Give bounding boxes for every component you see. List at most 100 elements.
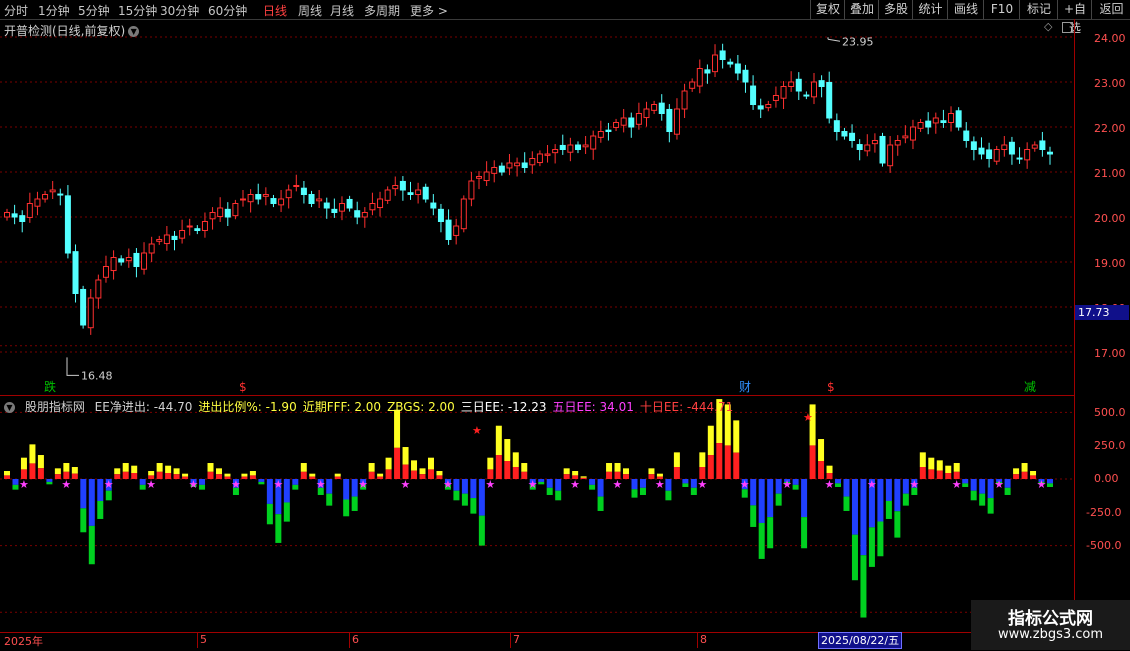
ee-bar bbox=[1047, 479, 1053, 484]
ee-bar bbox=[199, 484, 206, 490]
ee-bar bbox=[343, 479, 350, 500]
year-label: 2025年 bbox=[4, 635, 43, 648]
candle-body bbox=[734, 63, 741, 74]
ee-bar bbox=[733, 420, 740, 453]
candle-body bbox=[415, 189, 422, 195]
ee-bar bbox=[970, 479, 977, 491]
price-axis-label: 24.00 bbox=[1094, 32, 1126, 45]
ee-bar bbox=[436, 471, 443, 476]
indicator-dropdown-icon[interactable]: ▼ bbox=[4, 402, 15, 413]
ee-bar bbox=[877, 521, 884, 557]
ee-bar bbox=[877, 479, 884, 522]
candle-body bbox=[841, 131, 848, 137]
candle-body bbox=[148, 243, 155, 254]
ee-bar bbox=[37, 468, 44, 479]
ee-bar bbox=[606, 463, 613, 472]
candle-body bbox=[369, 203, 376, 211]
signal-star-icon: ★ bbox=[19, 478, 29, 491]
ee-bar bbox=[173, 474, 180, 479]
ee-bar bbox=[928, 457, 935, 470]
candle-body bbox=[666, 108, 673, 132]
ee-bar bbox=[54, 474, 61, 479]
signal-star-icon: ★ bbox=[273, 478, 283, 491]
ee-bar bbox=[461, 493, 468, 506]
candle-body bbox=[498, 165, 505, 173]
ee-bar bbox=[71, 473, 78, 479]
ee-bar bbox=[385, 469, 392, 479]
candle-body bbox=[628, 117, 635, 128]
ee-bar bbox=[767, 517, 774, 549]
indicator-value: 五日EE: 34.01 bbox=[552, 400, 634, 414]
ee-bar bbox=[249, 471, 256, 476]
candle-body bbox=[574, 144, 581, 150]
ee-bar bbox=[394, 447, 401, 479]
signal-star-icon: ★ bbox=[825, 478, 835, 491]
ee-bar bbox=[639, 479, 646, 488]
candle-body bbox=[293, 185, 300, 187]
indicator-name: 股朋指标网 bbox=[24, 400, 85, 414]
ee-bar bbox=[258, 481, 265, 485]
ee-bar bbox=[199, 479, 206, 485]
ee-bar bbox=[122, 471, 129, 479]
ee-bar bbox=[648, 468, 655, 475]
ee-bar bbox=[792, 479, 799, 485]
ee-bar bbox=[512, 467, 519, 479]
candle-body bbox=[392, 185, 399, 190]
candle-body bbox=[605, 129, 612, 132]
candle-body bbox=[1008, 141, 1015, 155]
candle-body bbox=[780, 86, 787, 99]
candle-body bbox=[514, 162, 521, 167]
indicator-value: EE净进出: -44.70 bbox=[94, 400, 193, 414]
ee-bar bbox=[156, 463, 163, 472]
ee-bar bbox=[139, 484, 146, 490]
candle-body bbox=[72, 251, 79, 294]
ee-bar bbox=[487, 457, 494, 470]
ee-bar bbox=[29, 463, 36, 479]
ee-bar bbox=[368, 471, 375, 479]
ee-bar bbox=[580, 477, 587, 479]
peak-star-icon: ★ bbox=[803, 411, 813, 424]
ee-bar bbox=[419, 474, 426, 479]
candle-body bbox=[338, 203, 345, 212]
candle-body bbox=[209, 212, 216, 220]
candle-body bbox=[506, 162, 513, 169]
indicator-values: EE净进出: -44.70 进出比例%: -1.90 近期FFF: 2.00 ZBGS… bbox=[95, 400, 740, 414]
candle-body bbox=[849, 132, 856, 142]
ee-bar bbox=[606, 471, 613, 479]
candle-body bbox=[437, 208, 444, 223]
candle-body bbox=[826, 81, 833, 119]
candle-body bbox=[856, 144, 863, 151]
candle-body bbox=[643, 108, 650, 119]
ee-bar bbox=[173, 468, 180, 475]
ee-bar bbox=[979, 493, 986, 506]
ee-bar bbox=[572, 471, 579, 476]
ee-bar bbox=[453, 479, 460, 491]
ee-bar bbox=[835, 479, 842, 484]
signal-star-icon: ★ bbox=[485, 478, 495, 491]
ee-bar bbox=[801, 479, 808, 518]
indicator-value: 进出比例%: -1.90 bbox=[198, 400, 297, 414]
candle-body bbox=[316, 198, 323, 202]
candle-body bbox=[635, 113, 642, 125]
candle-body bbox=[597, 131, 604, 138]
ee-bar bbox=[851, 479, 858, 535]
candle-body bbox=[224, 208, 231, 218]
candle-body bbox=[696, 68, 703, 87]
month-tick bbox=[197, 632, 198, 648]
candle-body bbox=[57, 193, 64, 196]
ee-bar bbox=[326, 479, 333, 494]
candle-body bbox=[483, 171, 490, 182]
candle-body bbox=[64, 195, 71, 254]
candle-body bbox=[590, 135, 597, 150]
chart-canvas[interactable]: 23.95 16.48 跌 $ 财 $ 减 ★ ★ ★ ★ ★ ★ ★ ★ ★ ★ ★ ★ ★ ★ ★ ★ ★ ★ ★ ★ ★ ★ ★ ★ ★… bbox=[0, 0, 1130, 650]
candle-body bbox=[240, 198, 247, 201]
candle-body bbox=[361, 212, 368, 218]
ee-bar bbox=[555, 479, 562, 491]
ee-bar bbox=[631, 489, 638, 498]
candle-body bbox=[521, 162, 528, 168]
candle-body bbox=[87, 297, 94, 329]
candle-body bbox=[788, 81, 795, 87]
ee-bar bbox=[249, 475, 256, 479]
ee-bar bbox=[97, 479, 104, 501]
ee-bar bbox=[309, 473, 316, 477]
